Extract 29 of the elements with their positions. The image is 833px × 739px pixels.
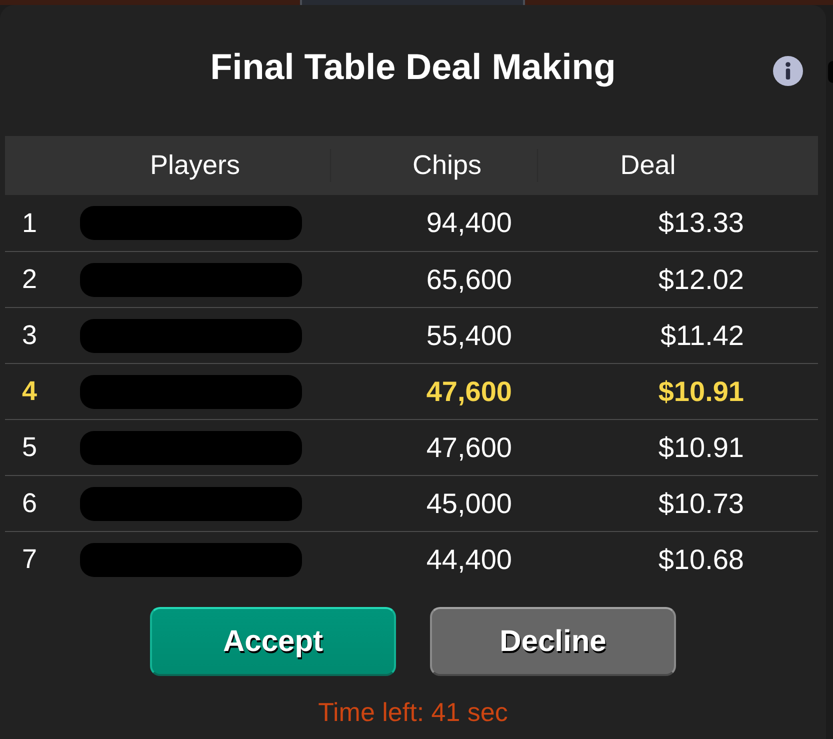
rank-cell-text: 4 — [21, 376, 38, 407]
deal-cell: $11.42 — [660, 320, 744, 352]
rank-cell-text: 5 — [21, 432, 38, 463]
deal-cell: $10.68 — [658, 544, 744, 576]
accept-button[interactable]: Accept — [150, 607, 396, 676]
rank-cell-text: 6 — [21, 488, 38, 519]
deal-cell: $12.02 — [658, 264, 744, 296]
column-header: Players — [148, 149, 242, 182]
info-icon[interactable] — [773, 56, 803, 86]
deal-cell: $13.33 — [658, 207, 744, 239]
deal-cell: $10.91 — [658, 376, 744, 408]
decline-button[interactable]: Decline — [430, 607, 676, 676]
chips-cell: 94,400 — [426, 207, 512, 239]
rank-cell-text: 3 — [21, 320, 38, 351]
deal-cell: $10.73 — [658, 488, 744, 520]
chips-cell: 47,600 — [426, 376, 512, 408]
chips-cell: 44,400 — [426, 544, 512, 576]
rank-cell-text: 1 — [21, 208, 38, 238]
chips-cell: 45,000 — [426, 488, 512, 520]
column-header: Chips — [330, 149, 537, 182]
time-left-text: Time left: 41 sec — [318, 697, 508, 727]
chips-cell: 47,600 — [426, 432, 512, 464]
column-header: Deal — [537, 149, 818, 182]
rank-cell-text: 2 — [21, 264, 38, 295]
deal-cell: $10.91 — [658, 432, 744, 464]
chips-cell: 55,400 — [426, 320, 512, 352]
chips-cell: 65,600 — [426, 264, 512, 296]
rank-cell-text: 7 — [21, 544, 38, 575]
dialog-title: Final Table Deal Making — [210, 46, 616, 88]
